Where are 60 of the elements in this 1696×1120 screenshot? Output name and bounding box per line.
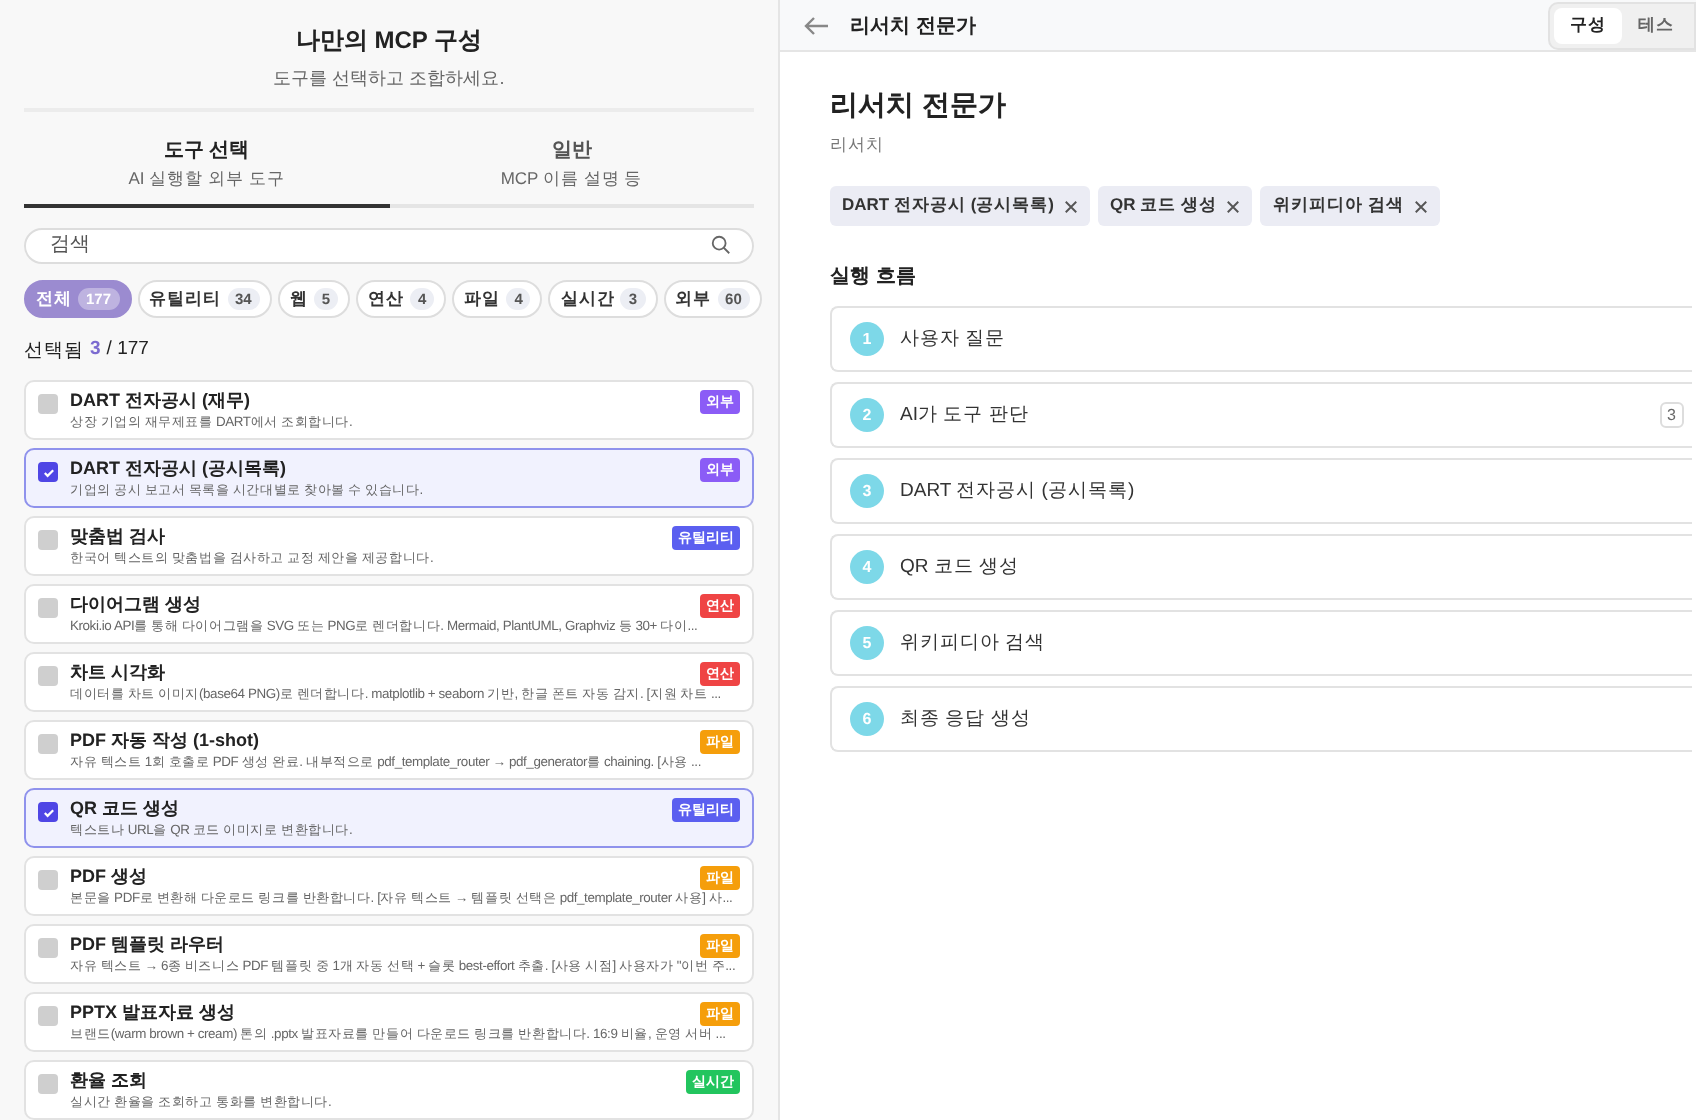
step-number: 3 [850, 474, 884, 508]
panel-title: 나만의 MCP 구성 [293, 24, 485, 58]
step-count: 3 [1659, 402, 1684, 428]
search-box[interactable]: 검색 [24, 227, 754, 264]
back-arrow-icon[interactable] [804, 15, 830, 35]
tool-name: PPTX 발표자료 생성 [70, 1000, 236, 1024]
checkmark-icon [41, 465, 55, 479]
step-label: AI가 도구 판단 [900, 402, 1031, 428]
checkbox[interactable] [38, 1006, 58, 1026]
tool-name: PDF 자동 작성 (1-shot) [70, 728, 259, 752]
view-tab[interactable]: 테스 [1622, 7, 1690, 43]
tool-name: DART 전자공시 (공시목록) [70, 456, 286, 480]
tool-name: 차트 시각화 [70, 660, 166, 684]
checkmark-icon [41, 805, 55, 819]
close-icon[interactable] [1413, 199, 1428, 213]
step-label: QR 코드 생성 [900, 554, 1022, 580]
checkbox[interactable] [38, 870, 58, 890]
close-icon[interactable] [1064, 199, 1078, 213]
checkbox[interactable] [38, 666, 58, 686]
step-label: DART 전자공시 (공시목록) [900, 478, 1137, 504]
checkbox[interactable] [38, 394, 58, 414]
panel-subtitle: 도구를 선택하고 조합하세요. [271, 66, 507, 92]
step-label: 위키피디아 검색 [900, 630, 1048, 656]
total-count: / 177 [106, 338, 149, 364]
step-label: 최종 응답 생성 [900, 706, 1033, 732]
section-title: 실행 흐름 [830, 264, 918, 290]
checkbox[interactable] [38, 938, 58, 958]
tab[interactable]: 일반 MCP 이름 설명 등 [389, 135, 754, 208]
step-number: 5 [850, 626, 884, 660]
checkbox[interactable] [38, 802, 58, 822]
agent-category: 리서치 [830, 134, 886, 158]
close-icon[interactable] [1226, 199, 1241, 213]
search-field[interactable]: 검색 [46, 232, 710, 259]
chip-label: DART 전자공시 (공시목록) [842, 194, 1054, 218]
agent-name: 리서치 전문가 [830, 88, 1008, 124]
tab[interactable]: 도구 선택 AI 실행할 외부 도구 [24, 135, 389, 208]
tool-name: DART 전자공시 (재무) [70, 388, 250, 412]
header-title: 리서치 전문가 [850, 13, 978, 39]
step-number: 1 [850, 322, 884, 356]
selected-label: 선택됨 [24, 338, 84, 364]
tool-name: 맞춤법 검사 [70, 524, 166, 548]
tool-name: PDF 생성 [70, 864, 148, 888]
checkbox[interactable] [38, 1074, 58, 1094]
search-icon[interactable] [710, 234, 732, 257]
step-number: 6 [850, 702, 884, 736]
tool-name: 다이어그램 생성 [70, 592, 202, 616]
selected-count: 3 [90, 338, 101, 364]
tool-name: 환율 조회 [70, 1068, 148, 1092]
checkbox[interactable] [38, 462, 58, 482]
step-number: 2 [850, 398, 884, 432]
view-tab[interactable]: 구성 [1554, 7, 1622, 43]
step-label: 사용자 질문 [900, 326, 1008, 352]
checkbox[interactable] [38, 530, 58, 550]
chip-label: 위키피디아 검색 [1272, 194, 1404, 218]
step-number: 4 [850, 550, 884, 584]
chip-label: QR 코드 생성 [1110, 194, 1217, 218]
checkbox[interactable] [38, 734, 58, 754]
tool-name: QR 코드 생성 [70, 796, 180, 820]
checkbox[interactable] [38, 598, 58, 618]
tool-name: PDF 템플릿 라우터 [70, 932, 225, 956]
